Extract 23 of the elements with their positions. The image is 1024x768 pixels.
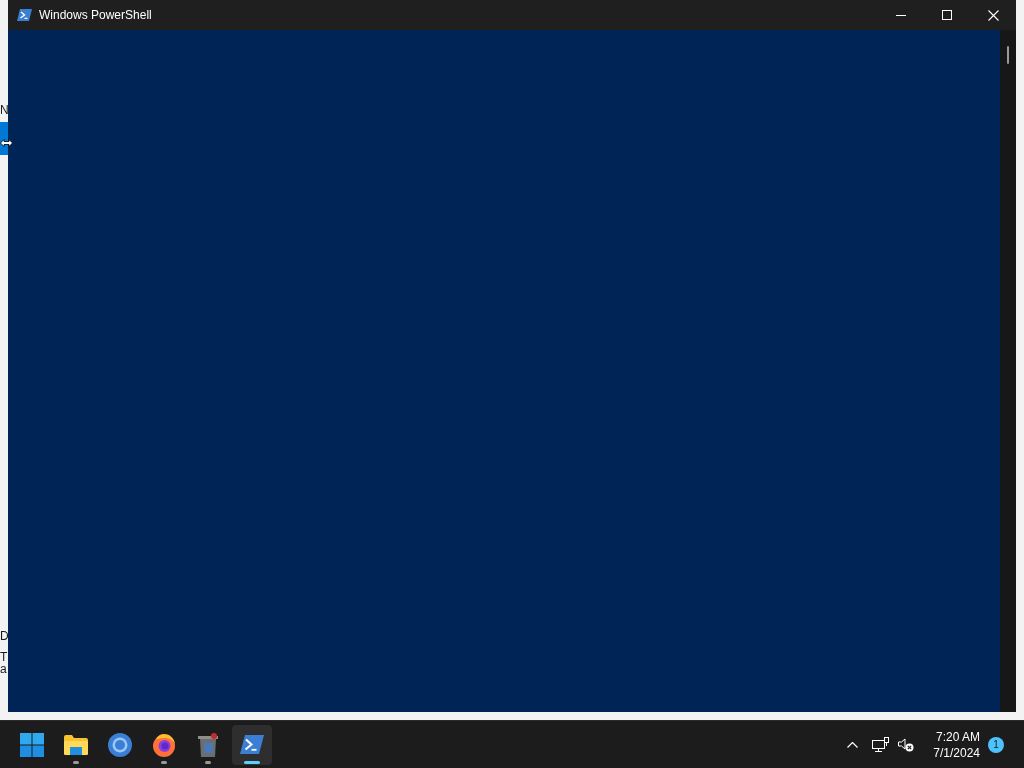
text-fragment: a: [0, 662, 7, 676]
windows-logo-icon: [20, 732, 44, 757]
maximize-icon: [942, 10, 952, 20]
minimize-icon: [896, 14, 906, 16]
resize-cursor-icon: [0, 138, 13, 148]
folder-icon: [64, 734, 88, 755]
window-title: Windows PowerShell: [39, 7, 152, 24]
scrollbar-thumb[interactable]: [1007, 46, 1009, 64]
scrollbar[interactable]: [1000, 30, 1016, 712]
network-icon: [871, 736, 889, 753]
notification-badge[interactable]: 1: [988, 736, 1004, 753]
bin-icon: [197, 732, 219, 757]
powershell-icon: [17, 9, 32, 21]
firefox-icon: [152, 732, 176, 757]
chevron-up-icon: [846, 741, 858, 748]
text-fragment: N: [0, 103, 9, 117]
clock-button[interactable]: 7:20 AM 7/1/2024: [933, 728, 980, 761]
taskbar-app-button[interactable]: [232, 724, 272, 765]
close-icon: [987, 9, 999, 21]
text-fragment: D: [0, 629, 9, 643]
browser-icon: [108, 732, 132, 757]
powershell-icon: [240, 735, 264, 754]
text-fragment: T: [0, 650, 8, 664]
